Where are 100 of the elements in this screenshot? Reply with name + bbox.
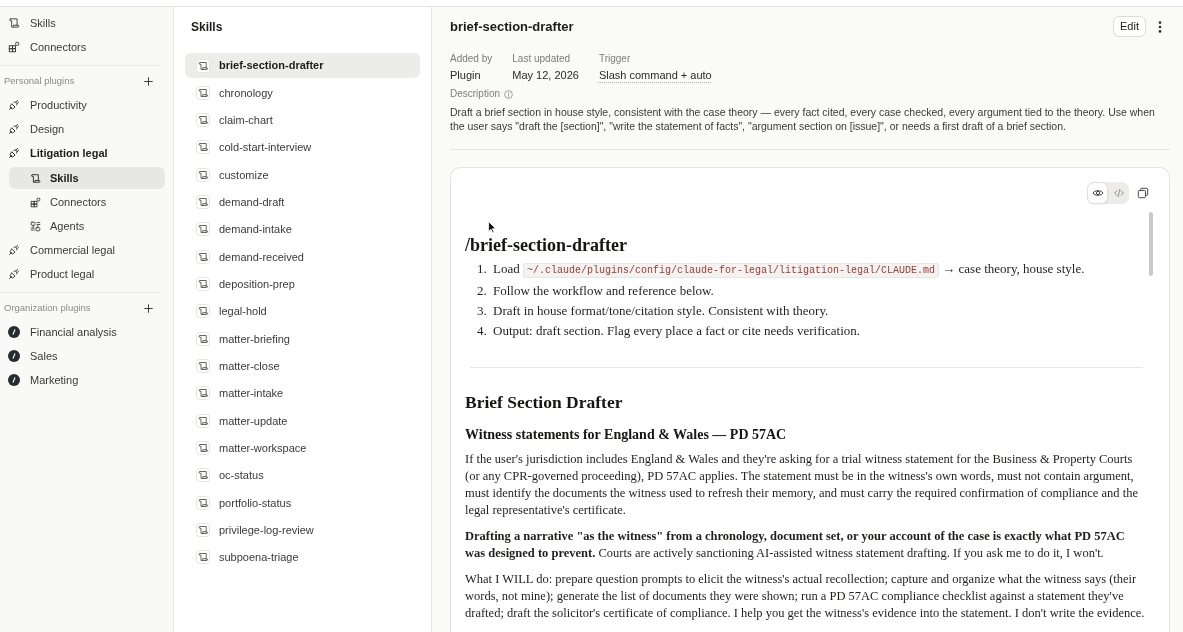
section-heading: Organization plugins xyxy=(4,300,91,315)
add-button[interactable] xyxy=(144,76,153,86)
meta-label: Last updated xyxy=(512,52,572,66)
meta-value: May 12, 2026 xyxy=(512,68,579,83)
description-text: Draft a brief section in house style, consistent with the case theory — every fact cited, every case checked, every argument tied to the theory. Use when the user says "draft the [section]", "write the statement of facts", "argument section on [issue]", or needs a first draft of a brief section. xyxy=(450,105,1156,133)
skill-item[interactable]: cold-start-interview xyxy=(185,135,420,160)
view-tab[interactable] xyxy=(1087,182,1108,204)
scroll-icon xyxy=(196,331,210,346)
scroll-icon xyxy=(196,85,210,100)
plug-icon xyxy=(8,268,20,280)
skill-item[interactable]: chronology xyxy=(185,80,420,106)
skill-item[interactable]: matter-intake xyxy=(185,380,420,406)
plugin-item[interactable]: Commercial legal xyxy=(0,238,173,262)
scroll-icon xyxy=(196,277,210,292)
meta-label: Added by xyxy=(450,52,493,66)
list-item: Follow the workflow and reference below. xyxy=(493,282,714,300)
kebab-icon xyxy=(1158,20,1162,33)
field-label: Description xyxy=(450,87,501,101)
list-number: 3. xyxy=(477,302,488,320)
plugin-item[interactable]: Financial analysis xyxy=(0,320,173,344)
skill-item[interactable]: demand-received xyxy=(185,244,420,270)
skill-item[interactable]: matter-workspace xyxy=(185,435,420,461)
subsection-heading: Witness statements for England & Wales — PD 57AC xyxy=(465,425,788,444)
sidebar-subitem[interactable]: Connectors xyxy=(9,191,165,213)
list-item: Load ~/.claude/plugins/config/claude-for-legal/litigation-legal/CLAUDE.md → case theory, house style. xyxy=(493,260,1085,280)
skill-title: brief-section-drafter xyxy=(450,17,574,36)
plug-icon xyxy=(8,244,20,256)
scroll-icon xyxy=(196,550,210,565)
list-item: Output: draft section. Flag every place a fact or cite needs verification. xyxy=(493,322,861,340)
skill-item[interactable]: matter-close xyxy=(185,353,420,379)
slash-disc-icon xyxy=(8,326,20,338)
panel-title: Skills xyxy=(190,19,224,36)
skill-item[interactable]: privilege-log-review xyxy=(185,517,420,543)
plug-icon xyxy=(8,99,20,111)
skill-item[interactable]: matter-briefing xyxy=(185,326,420,352)
scroll-icon xyxy=(196,58,210,73)
scrollbar-thumb[interactable] xyxy=(1149,212,1153,276)
skill-item[interactable]: brief-section-drafter xyxy=(185,53,420,78)
skill-item[interactable]: demand-draft xyxy=(185,189,420,215)
plugin-item[interactable]: Design xyxy=(0,117,173,141)
plugin-item[interactable]: Productivity xyxy=(0,93,173,117)
eye-icon xyxy=(1091,187,1104,199)
paragraph: What I WILL do: prepare question prompts to elicit the witness's actual recollection; capture and organize what the witness says (their words, not mine); generate the list of documents they were shown; run a PD 57AC compliance checklist against a statement they've drafted; draft the solicitor's certificate of compliance. I help you get the witness's evidence into the statement. I don't write the evidence. xyxy=(465,571,1146,622)
meta-value: Slash command + auto xyxy=(598,68,712,83)
add-button[interactable] xyxy=(144,303,153,313)
cursor-icon xyxy=(488,221,496,233)
scroll-icon xyxy=(196,222,210,237)
scroll-icon xyxy=(196,359,210,374)
scroll-icon xyxy=(196,413,210,428)
scroll-icon xyxy=(196,468,210,483)
scroll-icon xyxy=(196,441,210,456)
sidebar-item[interactable]: Connectors xyxy=(0,35,173,59)
list-number: 4. xyxy=(477,322,488,340)
plugin-item[interactable]: Product legal xyxy=(0,262,173,286)
blocks-icon xyxy=(30,196,41,208)
list-number: 1. xyxy=(477,260,488,278)
skill-item[interactable]: claim-chart xyxy=(185,107,420,133)
linked-boxes-icon xyxy=(30,220,41,232)
code-icon xyxy=(1112,187,1125,199)
scroll-icon xyxy=(30,172,41,184)
document-heading: /brief-section-drafter xyxy=(465,234,628,257)
plugin-item[interactable]: Litigation legal xyxy=(0,141,173,165)
scroll-icon xyxy=(196,113,210,128)
sidebar-item[interactable]: Skills xyxy=(0,11,173,35)
plugin-item[interactable]: Sales xyxy=(0,344,173,368)
sidebar-subitem[interactable]: Agents xyxy=(9,215,165,237)
skill-item[interactable]: legal-hold xyxy=(185,298,420,324)
edit-button[interactable]: Edit xyxy=(1113,16,1146,37)
scroll-icon xyxy=(8,17,20,29)
scroll-icon xyxy=(196,386,210,401)
copy-icon xyxy=(1137,187,1149,199)
paragraph: If the user's jurisdiction includes England & Wales and they're asking for a trial witness statement for the Business & Property Courts (or any CPR-governed proceeding), PD 57AC applies. The statement must be in the witness's own words, must not contain argument, must identify the documents the witness used to refresh their memory, and must carry the required confirmation of compliance and the legal representative's certificate. xyxy=(465,451,1139,519)
blocks-icon xyxy=(8,41,20,53)
sidebar-subitem[interactable]: Skills xyxy=(9,167,165,189)
plugin-item[interactable]: Marketing xyxy=(0,368,173,392)
scroll-icon xyxy=(196,167,210,182)
paragraph: Drafting a narrative "as the witness" from a chronology, document set, or your account of the case is exactly what PD 57AC was designed to prevent. Courts are actively sanctioning AI-assisted witness statement drafting. If you ask me to do it, I won't. xyxy=(465,528,1126,562)
list-item: Draft in house format/tone/citation style. Consistent with theory. xyxy=(493,302,829,320)
meta-label: Trigger xyxy=(598,52,632,66)
scroll-icon xyxy=(196,249,210,264)
skill-item[interactable]: matter-update xyxy=(185,408,420,434)
section-heading: Personal plugins xyxy=(4,73,75,88)
section-heading: Brief Section Drafter xyxy=(465,390,624,414)
skill-item[interactable]: portfolio-status xyxy=(185,490,420,516)
scroll-icon xyxy=(196,495,210,510)
scroll-icon xyxy=(196,523,210,538)
skill-item[interactable]: subpoena-triage xyxy=(185,544,420,570)
plus-icon xyxy=(144,76,153,86)
meta-value: Plugin xyxy=(450,68,482,83)
scroll-icon xyxy=(196,304,210,319)
plus-icon xyxy=(144,303,153,313)
skill-item[interactable]: customize xyxy=(185,162,420,188)
slash-disc-icon xyxy=(8,374,20,386)
slash-disc-icon xyxy=(8,350,20,362)
scroll-icon xyxy=(196,140,210,155)
plug-icon xyxy=(8,123,20,135)
skill-item[interactable]: deposition-prep xyxy=(185,271,420,297)
skill-item[interactable]: oc-status xyxy=(185,462,420,488)
plug-icon xyxy=(8,147,20,159)
skill-item[interactable]: demand-intake xyxy=(185,216,420,242)
